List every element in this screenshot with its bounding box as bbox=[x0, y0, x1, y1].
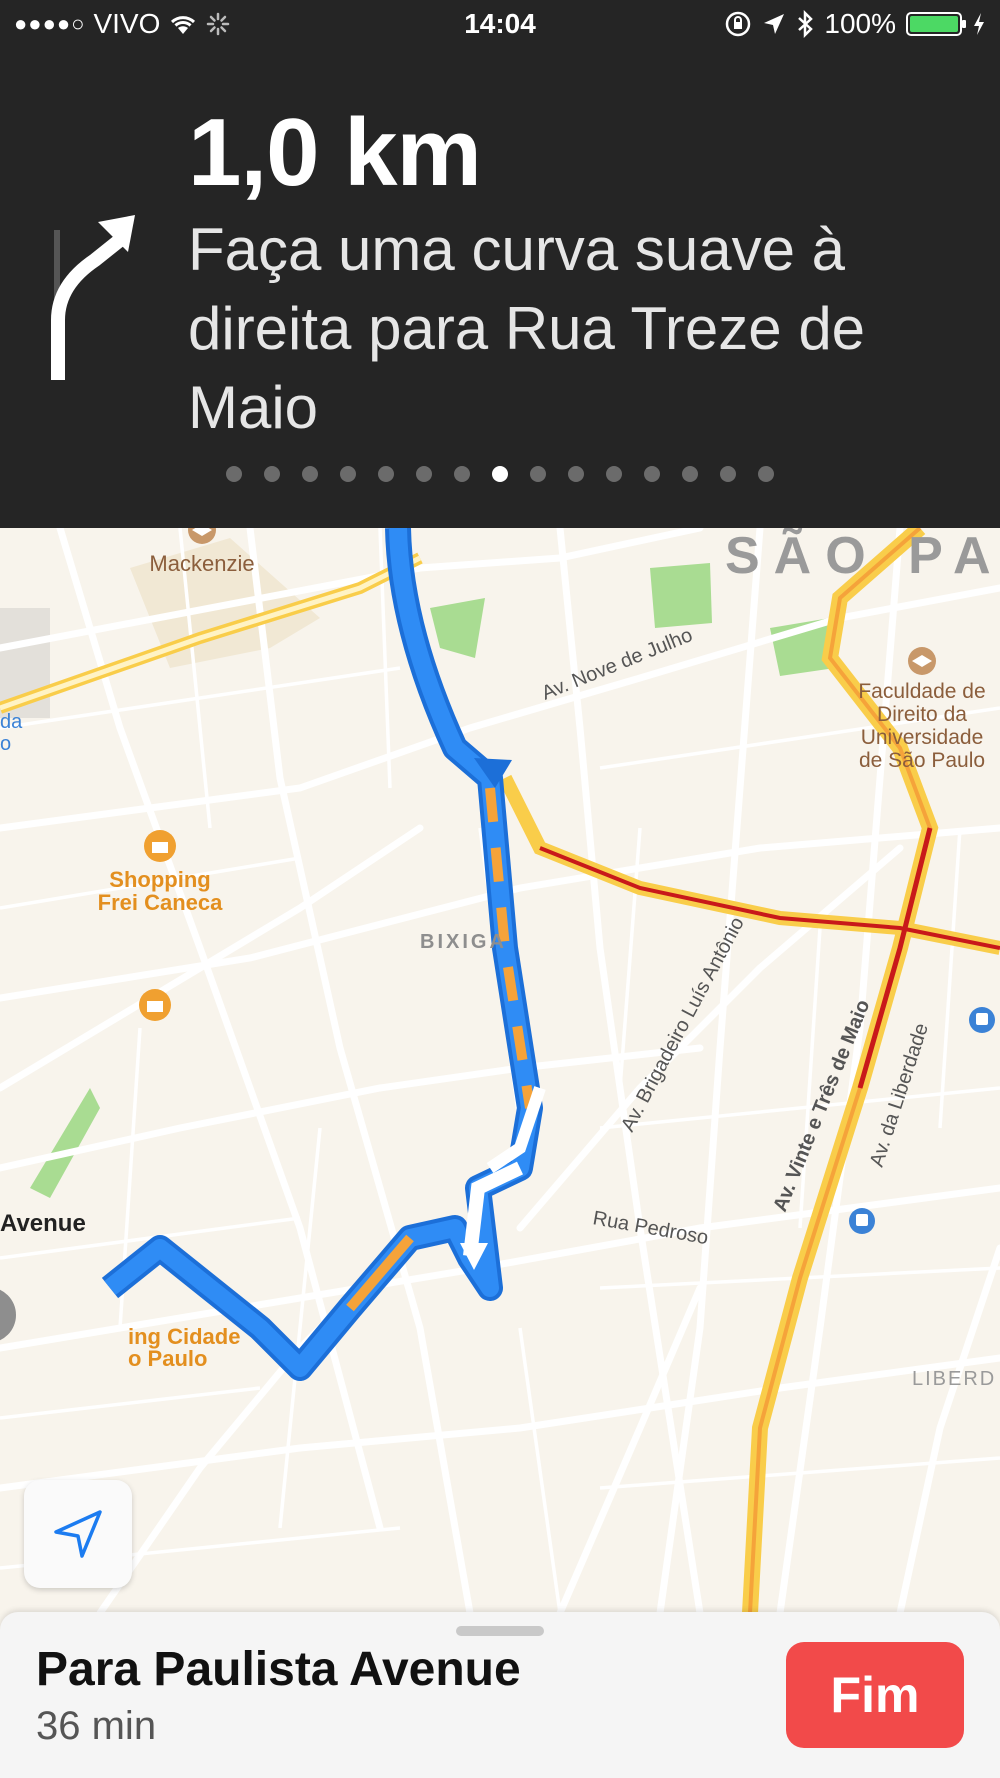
card-grabber[interactable] bbox=[456, 1626, 544, 1636]
map-label-avenue: Av. Brigadeiro Luís Antônio bbox=[617, 914, 749, 1136]
orientation-lock-icon bbox=[726, 11, 751, 37]
park-area bbox=[30, 1088, 100, 1198]
step-pager[interactable] bbox=[0, 466, 1000, 482]
step-dot-current[interactable] bbox=[492, 466, 508, 482]
slight-right-arrow-icon bbox=[51, 215, 135, 380]
map-label-avenue: Avenue bbox=[0, 1210, 86, 1237]
map-label-city: SÃO PA bbox=[725, 528, 1000, 585]
step-dot[interactable] bbox=[644, 466, 660, 482]
step-dot[interactable] bbox=[340, 466, 356, 482]
map-label-faculdade-2: Direito da bbox=[877, 703, 967, 726]
direction-banner[interactable]: 1,0 km Faça uma curva suave à direita pa… bbox=[0, 50, 1000, 528]
map-view[interactable]: Mackenzie SÃO PA Av. Nove de Julho Facul… bbox=[0, 528, 1000, 1613]
maneuver-instruction: Faça uma curva suave à direita para Rua … bbox=[188, 216, 866, 441]
university-poi-icon[interactable] bbox=[188, 528, 216, 544]
location-arrow-icon bbox=[54, 1510, 102, 1558]
map-label-district: LIBERD bbox=[912, 1368, 996, 1390]
shopping-poi-icon[interactable] bbox=[139, 989, 171, 1021]
recenter-button[interactable] bbox=[24, 1480, 132, 1588]
map-label-faculdade-1: Faculdade de bbox=[858, 680, 985, 703]
step-dot[interactable] bbox=[264, 466, 280, 482]
step-dot[interactable] bbox=[606, 466, 622, 482]
status-bar: ●●●●○ VIVO 14:04 100% bbox=[0, 0, 1000, 50]
map-label-shopping-cidade-2: o Paulo bbox=[128, 1346, 207, 1371]
map-canvas[interactable]: Mackenzie SÃO PA Av. Nove de Julho Facul… bbox=[0, 528, 1000, 1613]
battery-percent: 100% bbox=[824, 8, 896, 39]
maneuver-distance: 1,0 km bbox=[188, 99, 482, 206]
university-poi-icon[interactable] bbox=[908, 647, 936, 675]
park-area bbox=[650, 563, 712, 628]
step-dot[interactable] bbox=[454, 466, 470, 482]
step-dot[interactable] bbox=[416, 466, 432, 482]
step-dot[interactable] bbox=[758, 466, 774, 482]
location-arrow-icon bbox=[764, 14, 785, 34]
step-dot[interactable] bbox=[682, 466, 698, 482]
battery-icon bbox=[906, 12, 966, 36]
metro-station-icon[interactable] bbox=[849, 1208, 875, 1234]
map-label-faculdade-3: Universidade bbox=[861, 726, 984, 749]
map-label-mackenzie: Mackenzie bbox=[149, 551, 254, 576]
shopping-poi-icon[interactable] bbox=[144, 830, 176, 862]
step-dot[interactable] bbox=[568, 466, 584, 482]
map-label-shopping-frei-2: Frei Caneca bbox=[98, 890, 223, 915]
map-label-shopping-frei-1: Shopping bbox=[109, 867, 210, 892]
map-label-faculdade-4: de São Paulo bbox=[859, 749, 985, 772]
step-dot[interactable] bbox=[378, 466, 394, 482]
heavy-traffic bbox=[539, 846, 1000, 950]
step-dot[interactable] bbox=[226, 466, 242, 482]
eta-text: 36 min bbox=[36, 1704, 157, 1748]
step-dot[interactable] bbox=[720, 466, 736, 482]
step-dot[interactable] bbox=[530, 466, 546, 482]
step-dot[interactable] bbox=[302, 466, 318, 482]
bluetooth-icon bbox=[798, 10, 814, 38]
map-label-avenue: Av. Nove de Julho bbox=[539, 624, 696, 705]
map-label-bixiga: BIXIGA bbox=[420, 931, 507, 953]
end-route-button[interactable]: Fim bbox=[786, 1642, 964, 1748]
charging-icon bbox=[974, 13, 984, 35]
park-area bbox=[430, 598, 485, 658]
metro-station-icon[interactable] bbox=[969, 1007, 995, 1033]
map-label-cut: o bbox=[0, 733, 11, 755]
destination-title: Para Paulista Avenue bbox=[36, 1643, 521, 1696]
route-card[interactable]: Para Paulista Avenue 36 min Fim bbox=[0, 1612, 1000, 1778]
map-label-cut: da bbox=[0, 711, 23, 733]
